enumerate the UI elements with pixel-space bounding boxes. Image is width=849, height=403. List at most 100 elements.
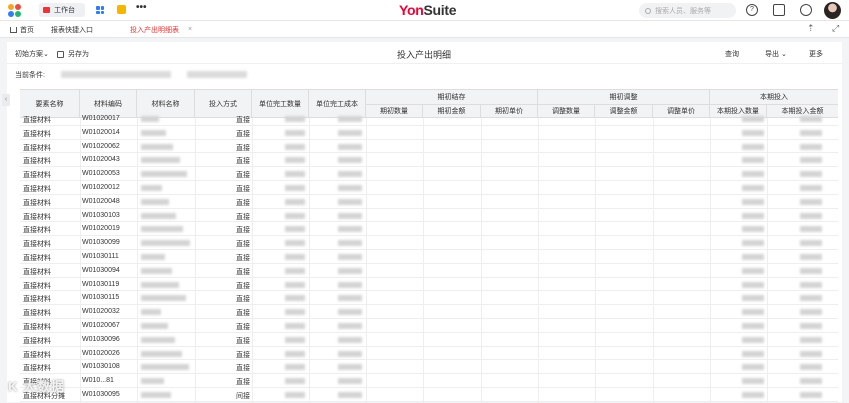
redacted-value bbox=[338, 226, 362, 233]
redacted-value bbox=[742, 267, 764, 274]
redacted-value bbox=[800, 350, 822, 357]
table-row[interactable]: 直接材料 W010...81 直接 bbox=[20, 374, 838, 388]
cell-input-mode: 直接 bbox=[236, 351, 250, 359]
redacted-value bbox=[800, 267, 822, 274]
table-row[interactable]: 直接材料 W01020053 直接 bbox=[20, 167, 838, 181]
redacted-value bbox=[285, 129, 305, 136]
table-row[interactable]: 直接材料 W01030103 直接 bbox=[20, 209, 838, 223]
collapse-toggle-icon[interactable]: ‹ bbox=[2, 94, 10, 106]
global-search-input[interactable]: 搜索人员、服务等 bbox=[639, 3, 736, 18]
redacted-value bbox=[285, 323, 305, 329]
table-row[interactable]: 直接材料 W01030096 直接 bbox=[20, 333, 838, 347]
table-row[interactable]: 直接材料 W01020032 直接 bbox=[20, 305, 838, 319]
cell-material-code: W01030115 bbox=[82, 294, 120, 302]
cell-material-code: W01020026 bbox=[82, 349, 120, 357]
table-row[interactable]: 直接材料 W01020026 直接 bbox=[20, 347, 838, 361]
redacted-value bbox=[338, 185, 362, 191]
redacted-value bbox=[141, 185, 162, 191]
redacted-value bbox=[742, 281, 764, 288]
fullscreen-icon[interactable]: ⤢ bbox=[832, 23, 839, 34]
cell-input-mode: 直接 bbox=[236, 379, 250, 387]
cell-element-name: 直接材料 bbox=[23, 213, 51, 221]
cell-material-code: W01020067 bbox=[82, 322, 120, 329]
redacted-value bbox=[800, 378, 822, 385]
cell-element-name: 直接材料 bbox=[23, 199, 51, 207]
redacted-value bbox=[800, 185, 822, 191]
cell-material-code: W01020043 bbox=[82, 156, 120, 164]
table-row[interactable]: 直接材料 W01020019 直接 bbox=[20, 222, 838, 237]
table-row[interactable]: 直接材料 W01020048 直接 bbox=[20, 195, 838, 209]
save-as-button[interactable]: 另存为 bbox=[57, 49, 89, 59]
redacted-value bbox=[800, 226, 822, 233]
cell-element-name: 直接材料 bbox=[23, 158, 51, 166]
cell-element-name: 直接材料 bbox=[23, 186, 51, 193]
cell-element-name: 直接材料 bbox=[23, 351, 51, 359]
redacted-value bbox=[285, 240, 305, 247]
export-button[interactable]: 导出 ⌄ bbox=[765, 49, 787, 59]
redacted-value bbox=[742, 309, 764, 316]
close-tab-icon[interactable]: × bbox=[188, 26, 192, 33]
table-row[interactable]: 直接材料 W01030111 直接 bbox=[20, 250, 838, 264]
redacted-value bbox=[800, 254, 822, 260]
redacted-value bbox=[800, 212, 822, 219]
redacted-value bbox=[285, 378, 305, 385]
tab-report-shortcut-label: 报表快捷入口 bbox=[51, 26, 93, 34]
cell-input-mode: 直接 bbox=[236, 365, 250, 373]
scheme-dropdown[interactable]: 初始方案⌄ bbox=[15, 49, 49, 59]
cell-element-name: 直接材料 bbox=[23, 227, 51, 235]
cell-input-mode: 直接 bbox=[236, 310, 250, 318]
table-row[interactable]: 直接材料 W01020043 直接 bbox=[20, 153, 838, 168]
app-logo-icon[interactable] bbox=[8, 4, 22, 18]
tab-input-output-detail[interactable]: 投入产出明细表 × bbox=[130, 21, 192, 38]
cell-material-code: W01030096 bbox=[82, 335, 120, 343]
message-icon[interactable] bbox=[773, 4, 785, 16]
redacted-value bbox=[800, 143, 822, 150]
redacted-value bbox=[742, 185, 764, 191]
table-row[interactable]: 直接材料 W01030119 直接 bbox=[20, 278, 838, 292]
table-row[interactable]: 直接材料 W01030099 直接 bbox=[20, 236, 838, 250]
cell-input-mode: 直接 bbox=[236, 282, 250, 290]
headset-icon[interactable] bbox=[800, 4, 812, 16]
table-row[interactable]: 直接材料 W01020067 直接 bbox=[20, 319, 838, 333]
redacted-value bbox=[338, 378, 362, 385]
upload-icon[interactable]: ⇡ bbox=[807, 23, 815, 34]
redacted-value bbox=[800, 295, 822, 302]
redacted-value bbox=[285, 281, 305, 288]
apps-grid-icon[interactable] bbox=[96, 6, 104, 14]
tab-home[interactable]: 首页 bbox=[10, 21, 34, 38]
redacted-value bbox=[141, 212, 176, 219]
redacted-value bbox=[742, 198, 764, 205]
table-row[interactable]: 直接材料 W01020012 直接 bbox=[20, 181, 838, 195]
table-row[interactable]: 直接材料 W01020017 直接 bbox=[20, 112, 838, 126]
table-row[interactable]: 直接材料 W01020062 直接 bbox=[20, 140, 838, 154]
workbench-icon bbox=[43, 7, 50, 13]
redacted-value bbox=[338, 295, 362, 302]
workbench-button[interactable]: 工作台 bbox=[39, 3, 85, 17]
more-button[interactable]: 更多 bbox=[809, 49, 823, 59]
table-row[interactable]: 直接材料 W01030115 直接 bbox=[20, 291, 838, 306]
query-button[interactable]: 查询 bbox=[725, 49, 739, 59]
redacted-value bbox=[338, 309, 362, 316]
cell-material-code: W01030094 bbox=[82, 266, 120, 274]
cell-material-code: W01020012 bbox=[82, 184, 120, 191]
cell-material-code: W01030111 bbox=[82, 253, 119, 260]
tab-report-shortcut[interactable]: 报表快捷入口 bbox=[51, 21, 93, 38]
table-row[interactable]: 直接材料 W01020014 直接 bbox=[20, 126, 838, 140]
cell-input-mode: 直接 bbox=[236, 255, 250, 262]
table-row[interactable]: 直接材料 W01030094 直接 bbox=[20, 264, 838, 278]
calendar-icon[interactable] bbox=[117, 5, 126, 14]
redacted-value bbox=[338, 281, 362, 288]
redacted-value bbox=[742, 364, 764, 371]
redacted-value bbox=[285, 157, 305, 164]
redacted-value bbox=[800, 323, 822, 329]
condition-value-blurred bbox=[187, 71, 247, 78]
more-apps-button[interactable]: ••• bbox=[136, 2, 147, 13]
redacted-value bbox=[285, 295, 305, 302]
redacted-value bbox=[742, 226, 764, 233]
table-row[interactable]: 直接材料 W01030108 直接 bbox=[20, 360, 838, 375]
user-avatar[interactable] bbox=[824, 2, 841, 19]
group-opening: 期初结存 bbox=[366, 90, 538, 104]
help-icon[interactable]: ? bbox=[746, 4, 758, 16]
table-row[interactable]: 直接材料分摊 W01030095 间接 bbox=[20, 388, 838, 402]
redacted-value bbox=[141, 143, 173, 150]
